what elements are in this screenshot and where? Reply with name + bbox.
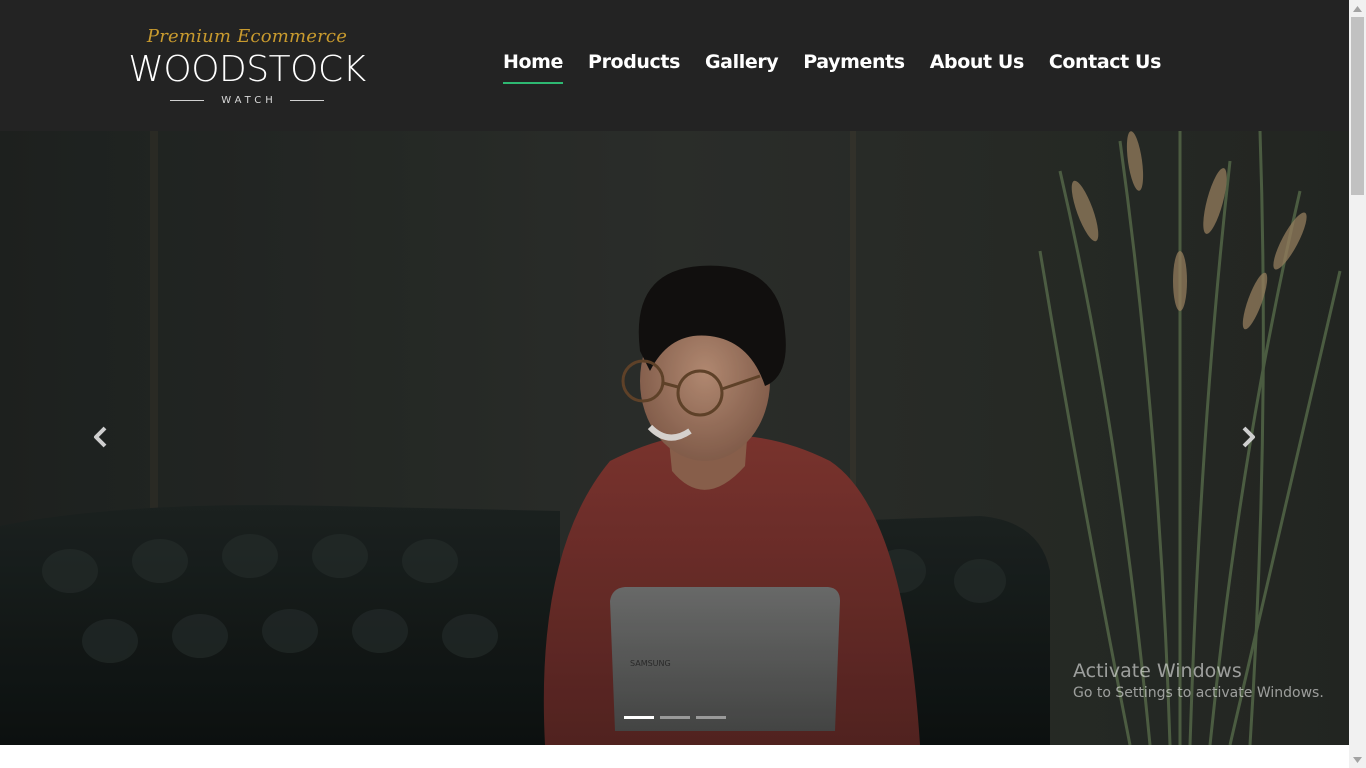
windows-activation-watermark: Activate Windows Go to Settings to activ…: [1073, 659, 1333, 703]
scroll-up-button[interactable]: [1349, 0, 1366, 17]
nav-payments[interactable]: Payments: [803, 49, 905, 81]
chevron-left-icon: [94, 426, 107, 448]
carousel-indicator-2[interactable]: [660, 716, 690, 719]
logo-divider-right: [290, 99, 324, 101]
nav-gallery[interactable]: Gallery: [705, 49, 779, 81]
nav-products[interactable]: Products: [588, 49, 680, 81]
vertical-scrollbar[interactable]: [1349, 0, 1366, 768]
site-header: Premium Ecommerce WOODSTOCK WATCH Home P…: [0, 0, 1349, 131]
logo-divider-left: [170, 99, 204, 101]
hero-carousel: SAMSUNG: [0, 131, 1349, 745]
page: Premium Ecommerce WOODSTOCK WATCH Home P…: [0, 0, 1349, 768]
carousel-indicator-3[interactable]: [696, 716, 726, 719]
chevron-right-icon: [1242, 426, 1255, 448]
nav-contact-us[interactable]: Contact Us: [1049, 49, 1162, 81]
brand-logo[interactable]: Premium Ecommerce WOODSTOCK WATCH: [122, 26, 372, 106]
hero-image: SAMSUNG: [0, 131, 1349, 745]
main-nav: Home Products Gallery Payments About Us …: [503, 49, 1186, 84]
nav-home[interactable]: Home: [503, 49, 563, 84]
logo-tagline: Premium Ecommerce: [146, 26, 348, 47]
scrollbar-thumb[interactable]: [1351, 17, 1364, 195]
carousel-indicators: [624, 716, 732, 719]
carousel-prev-button[interactable]: [86, 422, 116, 452]
logo-name: WOODSTOCK: [128, 49, 366, 90]
watermark-subtitle: Go to Settings to activate Windows.: [1073, 685, 1324, 701]
carousel-indicator-1[interactable]: [624, 716, 654, 719]
logo-sub-row: WATCH: [170, 94, 324, 106]
watermark-title: Activate Windows: [1073, 660, 1242, 682]
carousel-next-button[interactable]: [1233, 422, 1263, 452]
scroll-down-button[interactable]: [1349, 751, 1366, 768]
logo-subtitle: WATCH: [221, 94, 277, 106]
arrow-down-icon: [1353, 756, 1362, 763]
arrow-up-icon: [1353, 5, 1362, 12]
nav-about-us[interactable]: About Us: [930, 49, 1025, 81]
